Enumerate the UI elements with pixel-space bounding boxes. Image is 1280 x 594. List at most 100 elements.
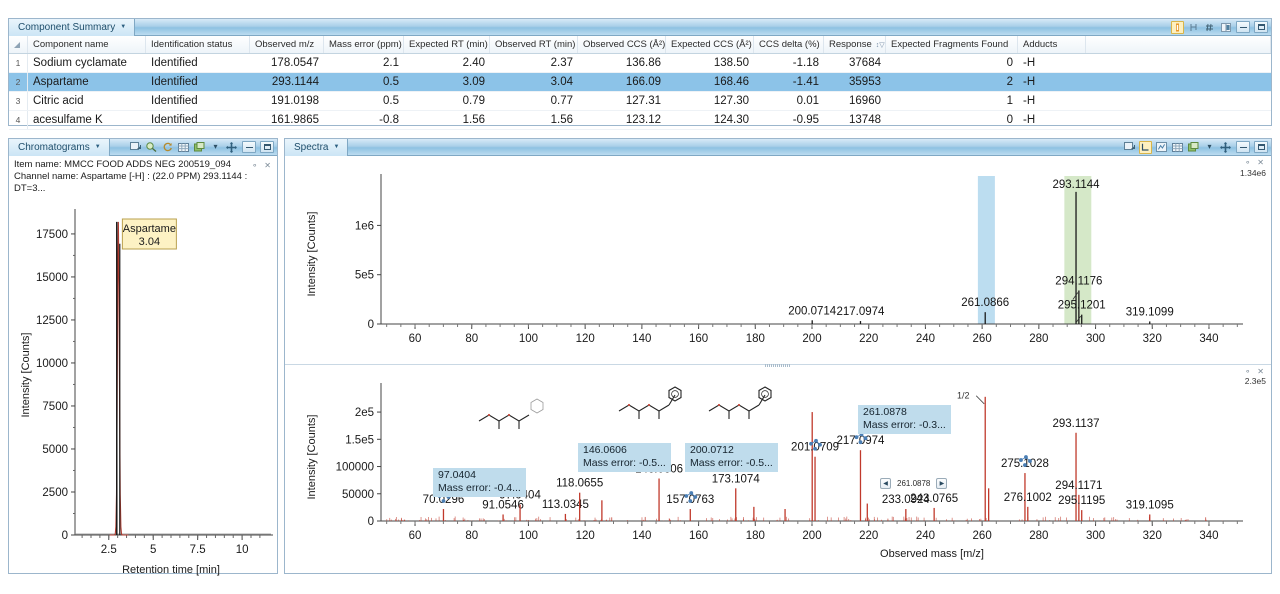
column-header-identification-status[interactable]: Identification status — [146, 36, 250, 53]
next-fragment-button[interactable]: ▶ — [936, 478, 947, 489]
panel-pin-close-icons[interactable]: ⚬ ✕ — [251, 160, 273, 172]
svg-text:50000: 50000 — [342, 489, 374, 501]
previous-fragment-button[interactable]: ◀ — [880, 478, 891, 489]
restore-button[interactable] — [260, 141, 274, 153]
svg-text:17500: 17500 — [36, 229, 68, 241]
restore-button[interactable] — [1254, 21, 1268, 33]
column-header-filler — [1086, 36, 1271, 53]
chevron-down-icon[interactable]: ▾ — [209, 141, 222, 154]
fragment-callout[interactable]: 261.0878 Mass error: -0.3... — [858, 405, 951, 434]
spectra-toolbar: ▾ — [1123, 141, 1271, 154]
hash-icon[interactable] — [1203, 21, 1216, 34]
tab-component-summary[interactable]: Component Summary ▼ — [9, 19, 135, 36]
zoom-region-icon[interactable] — [1155, 141, 1168, 154]
chromatogram-channel-name: Channel name: Aspartame [-H] : (22.0 PPM… — [14, 171, 272, 195]
callout-mass: 146.0606 — [583, 444, 666, 457]
column-header-response-label: Response — [829, 39, 872, 50]
cell-filler — [1086, 111, 1271, 129]
pan-move-icon[interactable] — [1219, 141, 1232, 154]
info-icon[interactable] — [1171, 21, 1184, 34]
zoom-select-icon[interactable] — [145, 141, 158, 154]
panel-pin-close-icons[interactable]: ⚬ ✕ — [1244, 367, 1266, 376]
chevron-down-icon[interactable]: ▾ — [1203, 141, 1216, 154]
column-header-observed-mz[interactable]: Observed m/z — [250, 36, 324, 53]
table-row[interactable]: 4 acesulfame K Identified 161.9865 -0.8 1.56 1… — [9, 111, 1271, 130]
minimize-button[interactable] — [1236, 21, 1250, 33]
tab-spectra-label: Spectra — [294, 142, 328, 153]
spectrum-top-pane[interactable]: ⚬ ✕ 1.34e6 0 5e5 1e6 60 80 100 120 140 160 180 200… — [285, 156, 1271, 365]
column-header-ccs-delta[interactable]: CCS delta (%) — [754, 36, 824, 53]
column-header-expected-rt[interactable]: Expected RT (min) — [404, 36, 490, 53]
chromatogram-plot[interactable]: 0 2500 5000 7500 10000 12500 15000 17500 2.5 5 7.5… — [9, 197, 277, 594]
cell-obs_rt: 0.77 — [490, 92, 578, 110]
cell-exp_ccs: 138.50 — [666, 54, 754, 72]
refresh-icon[interactable] — [161, 141, 174, 154]
table-view-icon[interactable] — [177, 141, 190, 154]
sort-indicator-icon[interactable]: ↕▽ — [876, 41, 885, 49]
fragment-callout[interactable]: 200.0712 Mass error: -0.5... — [685, 443, 778, 472]
cell-exp_rt: 2.40 — [404, 54, 490, 72]
svg-text:260: 260 — [973, 530, 992, 542]
column-header-observed-rt[interactable]: Observed RT (min) — [490, 36, 578, 53]
fit-to-window-icon[interactable] — [1123, 141, 1136, 154]
fragment-callout[interactable]: 97.0404 Mass error: -0.4... — [433, 468, 526, 497]
row-number: 4 — [9, 111, 28, 129]
svg-text:200.0714: 200.0714 — [788, 305, 837, 317]
svg-text:261.0866: 261.0866 — [961, 297, 1009, 309]
export-icon[interactable] — [1187, 141, 1200, 154]
column-header-observed-ccs[interactable]: Observed CCS (Å²) — [578, 36, 666, 53]
minimize-button[interactable] — [242, 141, 256, 153]
svg-text:60: 60 — [409, 530, 422, 542]
svg-text:280: 280 — [1029, 530, 1048, 542]
svg-text:80: 80 — [465, 530, 478, 542]
fragment-navigation-stepper[interactable]: ◀ 261.0878 ▶ — [880, 478, 947, 489]
callout-mass-error: Mass error: -0.5... — [690, 457, 773, 470]
pan-move-icon[interactable] — [225, 141, 238, 154]
chevron-down-icon[interactable]: ▼ — [120, 24, 126, 30]
grid-header-row: Component name Identification status Obs… — [9, 36, 1271, 54]
cell-fragments: 0 — [886, 111, 1018, 129]
svg-text:280: 280 — [1029, 333, 1048, 345]
restore-button[interactable] — [1254, 141, 1268, 153]
cell-filler — [1086, 73, 1271, 91]
svg-text:2e5: 2e5 — [355, 407, 374, 419]
fragment-callout[interactable]: 146.0606 Mass error: -0.5... — [578, 443, 671, 472]
row-number: 1 — [9, 54, 28, 72]
svg-text:Intensity [Counts]: Intensity [Counts] — [306, 415, 318, 500]
export-icon[interactable] — [193, 141, 206, 154]
cell-ccs_delta: 0.01 — [754, 92, 824, 110]
svg-text:Observed mass [m/z]: Observed mass [m/z] — [880, 548, 984, 560]
cell-obs_ccs: 166.09 — [578, 73, 666, 91]
cell-mass_error: -0.8 — [324, 111, 404, 129]
column-header-adducts[interactable]: Adducts — [1018, 36, 1086, 53]
column-header-response[interactable]: Response ↕▽ — [824, 36, 886, 53]
spectrum-bottom-pane[interactable]: ⚬ ✕ 2.3e5 0 50000 100000 1.5e5 2e5 60 80 100 120… — [285, 365, 1271, 573]
svg-text:Intensity [Counts]: Intensity [Counts] — [20, 333, 32, 418]
tab-chromatograms[interactable]: Chromatograms ▼ — [9, 139, 110, 156]
tab-spectra[interactable]: Spectra ▼ — [285, 139, 348, 156]
column-header-mass-error[interactable]: Mass error (ppm) — [324, 36, 404, 53]
svg-text:5: 5 — [150, 544, 156, 556]
column-header-expected-ccs[interactable]: Expected CCS (Å²) — [666, 36, 754, 53]
column-header-component-name[interactable]: Component name — [28, 36, 146, 53]
table-row[interactable]: 2 Aspartame Identified 293.1144 0.5 3.09 3.04 1… — [9, 73, 1271, 92]
panel-pin-close-icons[interactable]: ⚬ ✕ — [1244, 158, 1266, 167]
cell-exp_rt: 0.79 — [404, 92, 490, 110]
table-view-icon[interactable] — [1171, 141, 1184, 154]
grid-select-all-corner[interactable] — [9, 36, 28, 53]
cursor-tool-icon[interactable] — [1139, 141, 1152, 154]
table-row[interactable]: 3 Citric acid Identified 191.0198 0.5 0.79 0.7… — [9, 92, 1271, 111]
bottom-scale-tag: 2.3e5 — [1245, 376, 1266, 386]
chevron-down-icon[interactable]: ▼ — [95, 144, 101, 150]
column-header-expected-fragments[interactable]: Expected Fragments Found — [886, 36, 1018, 53]
branch-icon[interactable] — [1187, 21, 1200, 34]
cell-mass_error: 0.5 — [324, 73, 404, 91]
report-icon[interactable] — [1219, 21, 1232, 34]
chevron-down-icon[interactable]: ▼ — [333, 144, 339, 150]
svg-text:Aspartame: Aspartame — [123, 223, 176, 235]
minimize-button[interactable] — [1236, 141, 1250, 153]
fit-to-window-icon[interactable] — [129, 141, 142, 154]
svg-text:340: 340 — [1199, 530, 1218, 542]
table-row[interactable]: 1 Sodium cyclamate Identified 178.0547 2.1 2.… — [9, 54, 1271, 73]
grid-body: 1 Sodium cyclamate Identified 178.0547 2.1 2.… — [9, 54, 1271, 130]
